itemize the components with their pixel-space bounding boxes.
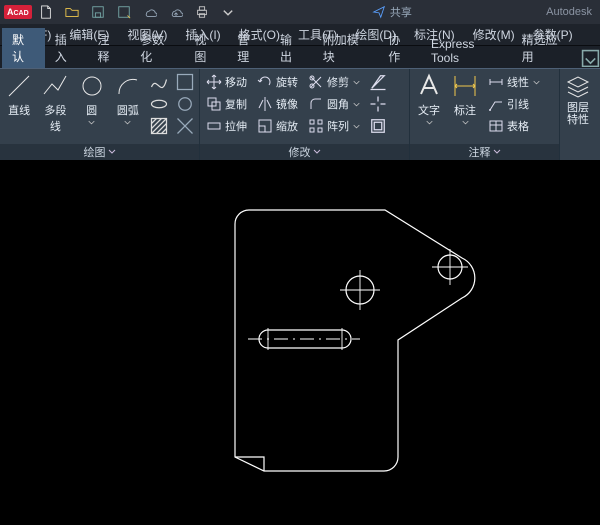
cmd-array[interactable]: 阵列	[306, 116, 362, 136]
tab-insert[interactable]: 插入	[45, 28, 88, 68]
cmd-erase-icon[interactable]	[368, 72, 388, 92]
tab-parametric[interactable]: 参数化	[130, 28, 184, 68]
tab-overflow-icon[interactable]	[581, 48, 600, 68]
drawing-canvas[interactable]	[0, 160, 600, 525]
panel-annot-title[interactable]: 注释	[410, 144, 559, 160]
cmd-hatch-icon[interactable]	[149, 116, 169, 136]
cmd-text-label: 文字	[418, 102, 440, 118]
app-badge: ACAD	[4, 5, 32, 19]
cmd-polyline-label: 多段线	[40, 102, 70, 134]
cmd-layer-properties[interactable]: 图层 特性	[564, 72, 592, 144]
ribbon-tabs: 默认 插入 注释 参数化 视图 管理 输出 附加模块 协作 Express To…	[0, 46, 600, 68]
panel-annotation: 文字 标注 线性 引线 表格 注释	[410, 69, 560, 160]
cmd-polyline[interactable]: 多段线	[40, 72, 70, 144]
qat-dropdown-icon[interactable]	[218, 2, 238, 22]
cmd-circle-label: 圆	[86, 102, 97, 118]
panel-draw-title[interactable]: 绘图	[0, 144, 199, 160]
cmd-circle[interactable]: 圆	[77, 72, 107, 144]
draw-more2-icon[interactable]	[175, 94, 195, 114]
cmd-leader[interactable]: 引线	[486, 94, 542, 114]
cmd-table[interactable]: 表格	[486, 116, 542, 136]
print-icon[interactable]	[192, 2, 212, 22]
panel-modify: 移动 复制 拉伸 旋转 镜像 缩放 修剪 圆角 阵列 修改	[200, 69, 410, 160]
cmd-move[interactable]: 移动	[204, 72, 249, 92]
tab-collab[interactable]: 协作	[378, 28, 421, 68]
cmd-scale[interactable]: 缩放	[255, 116, 300, 136]
cmd-dim-label: 标注	[454, 102, 476, 118]
tab-addins[interactable]: 附加模块	[313, 28, 379, 68]
share-label: 共享	[390, 4, 412, 20]
cmd-explode-icon[interactable]	[368, 94, 388, 114]
tab-view[interactable]: 视图	[184, 28, 227, 68]
tab-featured[interactable]: 精选应用	[512, 28, 578, 68]
panel-draw: 直线 多段线 圆 圆弧	[0, 69, 200, 160]
cmd-stretch[interactable]: 拉伸	[204, 116, 249, 136]
cmd-spline-icon[interactable]	[149, 72, 169, 92]
quick-access-toolbar	[36, 2, 238, 22]
title-bar: ACAD 共享 Autodesk	[0, 0, 600, 24]
cmd-layer-label: 图层 特性	[564, 102, 592, 126]
draw-more3-icon[interactable]	[175, 116, 195, 136]
cmd-mirror[interactable]: 镜像	[255, 94, 300, 114]
save-icon[interactable]	[88, 2, 108, 22]
chevron-down-icon	[88, 120, 95, 125]
panel-modify-title[interactable]: 修改	[200, 144, 409, 160]
tab-manage[interactable]: 管理	[227, 28, 270, 68]
cmd-fillet[interactable]: 圆角	[306, 94, 362, 114]
open-folder-icon[interactable]	[62, 2, 82, 22]
cmd-line-label: 直线	[8, 102, 30, 118]
draw-more1-icon[interactable]	[175, 72, 195, 92]
brand-label: Autodesk	[546, 6, 596, 18]
panel-layer: 图层 特性 .	[560, 69, 596, 160]
cmd-arc-label: 圆弧	[117, 102, 139, 118]
chevron-down-icon	[124, 120, 131, 125]
cmd-ellipse-icon[interactable]	[149, 94, 169, 114]
cloud-save-icon[interactable]	[166, 2, 186, 22]
saveas-icon[interactable]	[114, 2, 134, 22]
tab-output[interactable]: 输出	[270, 28, 313, 68]
cmd-offset-icon[interactable]	[368, 116, 388, 136]
tab-default[interactable]: 默认	[2, 28, 45, 68]
cmd-line[interactable]: 直线	[4, 72, 34, 144]
cmd-copy[interactable]: 复制	[204, 94, 249, 114]
cmd-trim[interactable]: 修剪	[306, 72, 362, 92]
model-drawing	[0, 160, 600, 525]
cmd-text[interactable]: 文字	[414, 72, 444, 144]
ribbon: 直线 多段线 圆 圆弧	[0, 68, 600, 160]
cmd-arc[interactable]: 圆弧	[113, 72, 143, 144]
new-file-icon[interactable]	[36, 2, 56, 22]
title-share[interactable]: 共享	[238, 4, 546, 20]
cmd-rotate[interactable]: 旋转	[255, 72, 300, 92]
cmd-dimension[interactable]: 标注	[450, 72, 480, 144]
tab-express[interactable]: Express Tools	[421, 34, 512, 68]
cmd-linear-dim[interactable]: 线性	[486, 72, 542, 92]
cloud-open-icon[interactable]	[140, 2, 160, 22]
tab-annotate[interactable]: 注释	[88, 28, 131, 68]
share-icon	[372, 5, 386, 19]
